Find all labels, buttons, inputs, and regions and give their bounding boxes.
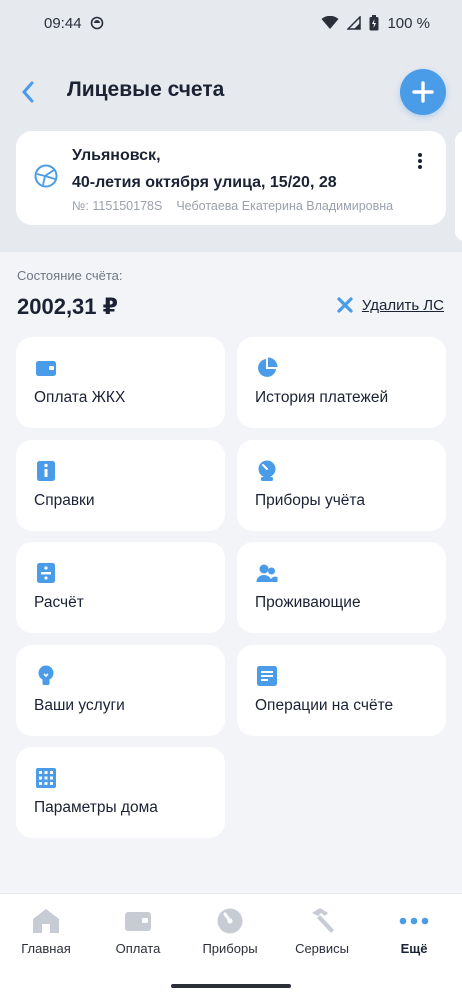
nav-label: Оплата (115, 941, 161, 956)
tile-residents[interactable]: Проживающие (237, 542, 446, 633)
document-icon (257, 666, 277, 686)
close-icon (337, 297, 353, 313)
tile-payment[interactable]: Оплата ЖКХ (16, 337, 225, 428)
account-owner: Чеботаева Екатерина Владимировна (176, 199, 394, 213)
signal-icon (347, 16, 362, 30)
more-options-icon[interactable] (418, 153, 422, 174)
wifi-icon (321, 16, 339, 30)
tile-label: Оплата ЖКХ (34, 389, 126, 406)
balance-label: Состояние счёта: (17, 268, 123, 283)
tile-label: Справки (34, 492, 95, 509)
tile-house-parameters[interactable]: Параметры дома (16, 747, 225, 838)
account-city: Ульяновск, (72, 147, 161, 164)
tile-calculation[interactable]: Расчёт (16, 542, 225, 633)
top-bar: Лицевые счета (0, 62, 462, 122)
tile-label: Параметры дома (34, 799, 158, 816)
status-time: 09:44 (44, 14, 82, 32)
status-bar: 09:44 100 % (0, 0, 462, 46)
residents-icon (256, 564, 278, 582)
notification-icon (90, 16, 104, 30)
building-icon (36, 768, 56, 788)
tile-your-services[interactable]: Ваши услуги (16, 645, 225, 736)
tile-label: Проживающие (255, 594, 361, 611)
calculator-icon (37, 563, 55, 583)
back-button[interactable] (14, 78, 42, 106)
tile-label: Ваши услуги (34, 697, 125, 714)
nav-home[interactable]: Главная (0, 906, 92, 966)
tile-certificates[interactable]: Справки (16, 440, 225, 531)
lightbulb-icon (38, 665, 54, 685)
map-icon (34, 164, 58, 193)
battery-icon (369, 15, 379, 31)
hammer-icon (312, 908, 334, 933)
nav-more[interactable]: Ещё (368, 906, 460, 966)
home-icon (33, 909, 59, 933)
nav-payment[interactable]: Оплата (92, 906, 184, 966)
more-icon (399, 917, 429, 925)
tile-payment-history[interactable]: История платежей (237, 337, 446, 428)
add-account-button[interactable] (400, 69, 446, 115)
tile-label: Расчёт (34, 594, 84, 611)
tile-label: Приборы учёта (255, 492, 365, 509)
pie-chart-icon (258, 357, 278, 377)
nav-label: Приборы (202, 941, 258, 956)
account-card[interactable]: Ульяновск, 40-летия октября улица, 15/20… (16, 131, 446, 225)
nav-services[interactable]: Сервисы (276, 906, 368, 966)
nav-label: Ещё (400, 941, 428, 956)
account-number: №: 115150178S (72, 199, 163, 213)
meter-icon (217, 908, 243, 934)
delete-account-button[interactable]: Удалить ЛС (336, 296, 444, 314)
chevron-left-icon (22, 81, 34, 103)
balance-amount: 2002,31 ₽ (17, 294, 118, 319)
meter-icon (258, 460, 276, 481)
nav-meters[interactable]: Приборы (184, 906, 276, 966)
nav-label: Главная (21, 941, 71, 956)
tile-label: Операции на счёте (255, 697, 394, 714)
tile-label: История платежей (255, 389, 389, 406)
tile-account-operations[interactable]: Операции на счёте (237, 645, 446, 736)
battery-percent: 100 % (387, 14, 430, 32)
wallet-icon (125, 912, 151, 931)
home-indicator[interactable] (171, 984, 291, 988)
tile-meters[interactable]: Приборы учёта (237, 440, 446, 531)
page-title: Лицевые счета (67, 78, 225, 101)
next-account-card-peek[interactable] (455, 131, 462, 241)
wallet-icon (36, 361, 56, 376)
info-icon (37, 461, 55, 481)
account-address: 40-летия октября улица, 15/20, 28 (72, 174, 337, 191)
nav-label: Сервисы (295, 941, 349, 956)
delete-account-label: Удалить ЛС (361, 296, 444, 314)
plus-icon (412, 81, 434, 103)
